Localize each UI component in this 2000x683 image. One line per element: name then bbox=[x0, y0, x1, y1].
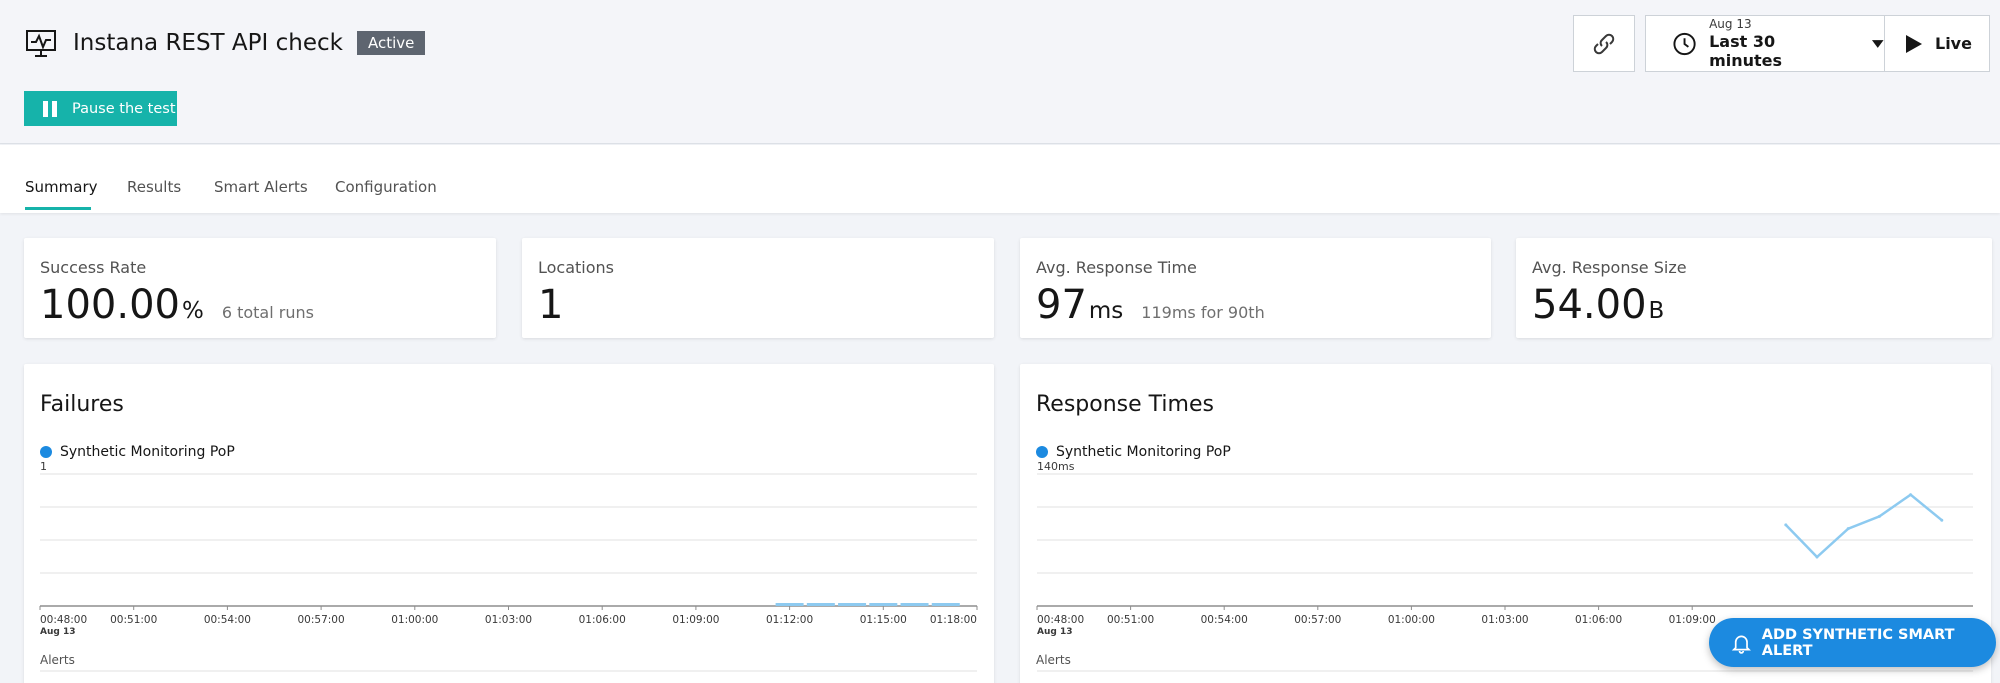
status-badge: Active bbox=[356, 31, 426, 55]
caret-down-icon bbox=[1871, 39, 1884, 48]
tab-summary[interactable]: Summary bbox=[25, 178, 98, 196]
x-tick-label: 01:18:00 bbox=[930, 614, 977, 626]
link-icon bbox=[1593, 33, 1615, 54]
kpi-value-row: 97 ms 119ms for 90th bbox=[1036, 282, 1265, 328]
kpi-card-avg-response-time: Avg. Response Time 97 ms 119ms for 90th bbox=[1020, 238, 1491, 338]
time-range-picker[interactable]: Aug 13 Last 30 minutes bbox=[1645, 15, 1885, 72]
failure-bar bbox=[869, 603, 898, 606]
x-tick-label: 01:00:00 bbox=[391, 614, 438, 626]
kpi-value-row: 100.00 % 6 total runs bbox=[40, 282, 314, 328]
pause-test-button[interactable]: Pause the test bbox=[24, 91, 177, 126]
kpi-subtext: 6 total runs bbox=[221, 303, 314, 322]
x-tick-label: 00:57:00 bbox=[298, 614, 345, 626]
page-header: Instana REST API check Active Pause the … bbox=[0, 0, 2000, 144]
kpi-unit: % bbox=[181, 298, 204, 324]
failure-bar bbox=[806, 603, 835, 606]
time-range-label: Last 30 minutes bbox=[1709, 32, 1783, 70]
response-time-point bbox=[1815, 555, 1819, 559]
x-tick-label: 01:12:00 bbox=[766, 614, 813, 626]
title-row: Instana REST API check Active bbox=[25, 26, 426, 60]
copy-link-button[interactable] bbox=[1573, 15, 1635, 72]
live-label: Live bbox=[1935, 34, 1972, 53]
x-tick-label: 00:51:00 bbox=[1107, 614, 1154, 626]
failure-bar bbox=[775, 603, 804, 606]
kpi-unit: B bbox=[1648, 298, 1665, 324]
kpi-card-locations: Locations 1 bbox=[522, 238, 994, 338]
kpi-value: 54.00 bbox=[1532, 282, 1647, 328]
x-tick-sublabel: Aug 13 bbox=[1037, 627, 1072, 637]
tabs-bar: Summary Results Smart Alerts Configurati… bbox=[0, 145, 2000, 213]
failures-chart-card: Failures Synthetic Monitoring PoP 1 00:48… bbox=[24, 364, 994, 683]
pause-icon bbox=[43, 100, 57, 117]
monitor-pulse-icon bbox=[26, 30, 56, 57]
x-tick-label: 01:06:00 bbox=[1575, 614, 1622, 626]
kpi-value: 97 bbox=[1036, 282, 1087, 328]
bell-icon bbox=[1731, 635, 1751, 654]
alerts-label: Alerts bbox=[40, 653, 75, 667]
pause-test-label: Pause the test bbox=[72, 100, 176, 117]
response-time-point bbox=[1784, 523, 1788, 527]
time-range-text: Aug 13 Last 30 minutes bbox=[1709, 17, 1848, 70]
kpi-value-row: 1 bbox=[538, 282, 563, 328]
kpi-label: Success Rate bbox=[40, 258, 147, 277]
x-tick-label: 01:09:00 bbox=[1669, 614, 1716, 626]
tab-results[interactable]: Results bbox=[127, 178, 181, 196]
response-time-point bbox=[1909, 493, 1913, 497]
y-axis-max-label: 1 bbox=[40, 460, 47, 473]
response-time-point bbox=[1846, 527, 1850, 531]
live-button[interactable]: Live bbox=[1885, 15, 1990, 72]
time-range-date: Aug 13 bbox=[1709, 17, 1752, 31]
failure-bar bbox=[838, 603, 867, 606]
kpi-label: Avg. Response Size bbox=[1532, 258, 1687, 277]
kpi-label: Locations bbox=[538, 258, 615, 277]
kpi-card-avg-response-size: Avg. Response Size 54.00 B bbox=[1516, 238, 1992, 338]
failures-chart[interactable]: 1 00:48:00 00:51:00 00:54:00 00:57:00 01:00:0… bbox=[24, 364, 994, 683]
x-tick-label: 01:03:00 bbox=[1481, 614, 1528, 626]
kpi-value: 1 bbox=[538, 282, 564, 328]
x-tick-label: 00:57:00 bbox=[1294, 614, 1341, 626]
top-controls: Aug 13 Last 30 minutes Live bbox=[1573, 15, 1990, 72]
fab-label: ADD SYNTHETIC SMART ALERT bbox=[1761, 626, 1955, 659]
x-tick-label: 00:54:00 bbox=[204, 614, 251, 626]
kpi-value: 100.00 bbox=[40, 282, 180, 328]
kpi-unit: ms bbox=[1088, 298, 1124, 324]
failure-bar bbox=[900, 603, 929, 606]
x-tick-label: 00:48:00 bbox=[40, 614, 87, 626]
x-tick-label: 01:03:00 bbox=[485, 614, 532, 626]
y-axis-max-label: 140ms bbox=[1037, 460, 1075, 473]
play-icon bbox=[1906, 34, 1922, 53]
x-tick-label: 00:54:00 bbox=[1201, 614, 1248, 626]
x-tick-label: 00:48:00 bbox=[1037, 614, 1084, 626]
add-synthetic-smart-alert-button[interactable]: ADD SYNTHETIC SMART ALERT bbox=[1709, 618, 1996, 667]
kpi-card-success-rate: Success Rate 100.00 % 6 total runs bbox=[24, 238, 496, 338]
tab-smart-alerts[interactable]: Smart Alerts bbox=[214, 178, 308, 196]
kpi-subtext: 119ms for 90th bbox=[1141, 303, 1265, 322]
x-tick-label: 00:51:00 bbox=[110, 614, 157, 626]
x-tick-label: 01:00:00 bbox=[1388, 614, 1435, 626]
alerts-label: Alerts bbox=[1036, 653, 1071, 667]
x-tick-label: 01:15:00 bbox=[860, 614, 907, 626]
kpi-value-row: 54.00 B bbox=[1532, 282, 1664, 328]
x-tick-label: 01:06:00 bbox=[579, 614, 626, 626]
failure-bar bbox=[931, 603, 960, 606]
response-time-point bbox=[1940, 518, 1944, 522]
tab-configuration[interactable]: Configuration bbox=[335, 178, 437, 196]
kpi-label: Avg. Response Time bbox=[1036, 258, 1197, 277]
x-tick-sublabel: Aug 13 bbox=[40, 627, 75, 637]
response-time-point bbox=[1877, 514, 1881, 518]
page-title: Instana REST API check bbox=[73, 30, 343, 56]
clock-icon bbox=[1673, 32, 1696, 55]
response-time-series-line bbox=[1784, 493, 1943, 559]
active-tab-indicator bbox=[25, 207, 91, 210]
x-tick-label: 01:09:00 bbox=[672, 614, 719, 626]
